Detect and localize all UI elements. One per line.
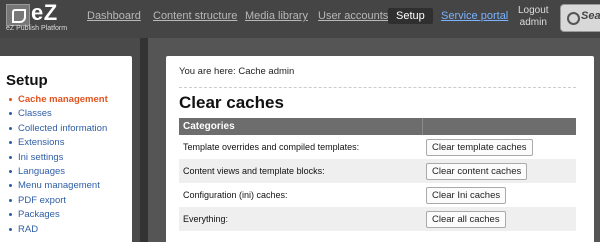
- clear-content-caches-button[interactable]: Clear content caches: [426, 162, 528, 180]
- top-bar: eZ eZ Publish Platform Dashboard Content…: [0, 0, 600, 38]
- clear-template-caches-button[interactable]: Clear template caches: [426, 138, 533, 156]
- clear-all-caches-button[interactable]: Clear all caches: [426, 210, 506, 228]
- sidebar-item-extensions[interactable]: Extensions: [8, 137, 108, 151]
- sidebar-item-menu-management[interactable]: Menu management: [8, 180, 108, 194]
- table-row: Template overrides and compiled template…: [179, 135, 576, 159]
- nav-content-structure[interactable]: Content structure: [153, 10, 237, 22]
- nav-service-portal[interactable]: Service portal: [441, 10, 508, 22]
- search-label: Sea: [581, 10, 600, 22]
- sidebar-title: Setup: [6, 72, 48, 89]
- page-title: Clear caches: [179, 93, 284, 112]
- sidebar-item-packages[interactable]: Packages: [8, 209, 108, 223]
- logout-label: Logout: [518, 5, 549, 16]
- logout-link[interactable]: Logout admin: [518, 5, 549, 29]
- cache-label: Configuration (ini) caches:: [183, 190, 288, 200]
- search-button[interactable]: Sea: [560, 4, 600, 32]
- logged-in-user: admin: [519, 17, 547, 28]
- divider: [179, 87, 576, 88]
- sidebar-item-rad[interactable]: RAD: [8, 224, 108, 238]
- sidebar-item-classes[interactable]: Classes: [8, 108, 108, 122]
- nav-media-library[interactable]: Media library: [245, 10, 308, 22]
- cache-table: Categories Template overrides and compil…: [179, 118, 576, 231]
- table-header-actions: [421, 118, 576, 135]
- logo-text: eZ: [31, 0, 58, 25]
- logo-subtitle: eZ Publish Platform: [6, 25, 68, 32]
- clear-ini-caches-button[interactable]: Clear Ini caches: [426, 186, 507, 204]
- panel-separator[interactable]: [140, 38, 148, 242]
- table-row: Everything: Clear all caches: [179, 207, 576, 231]
- cache-label: Template overrides and compiled template…: [183, 142, 360, 152]
- left-sidebar: Setup Cache management Classes Collected…: [0, 56, 132, 242]
- nav-setup[interactable]: Setup: [388, 8, 433, 24]
- nav-user-accounts[interactable]: User accounts: [318, 10, 388, 22]
- sidebar-item-collected-information[interactable]: Collected information: [8, 123, 108, 137]
- ez-logo-icon: [6, 4, 30, 26]
- cache-label: Everything:: [179, 207, 422, 231]
- table-header-categories: Categories: [179, 118, 422, 135]
- ez-logo[interactable]: eZ eZ Publish Platform: [4, 0, 74, 35]
- sidebar-menu: Cache management Classes Collected infor…: [8, 94, 108, 238]
- sidebar-item-pdf-export[interactable]: PDF export: [8, 195, 108, 209]
- sidebar-item-cache-management[interactable]: Cache management: [8, 94, 108, 108]
- table-header-row: Categories: [179, 118, 576, 135]
- table-row: Content views and template blocks: Clear…: [179, 159, 576, 183]
- sidebar-item-languages[interactable]: Languages: [8, 166, 108, 180]
- breadcrumb: You are here: Cache admin: [179, 66, 295, 77]
- nav-dashboard[interactable]: Dashboard: [87, 10, 141, 22]
- table-row: Configuration (ini) caches: Clear Ini ca…: [179, 183, 576, 207]
- sidebar-item-ini-settings[interactable]: Ini settings: [8, 152, 108, 166]
- cache-label: Content views and template blocks:: [179, 159, 422, 183]
- main-content: You are here: Cache admin Clear caches C…: [166, 56, 594, 242]
- search-icon: [567, 12, 580, 25]
